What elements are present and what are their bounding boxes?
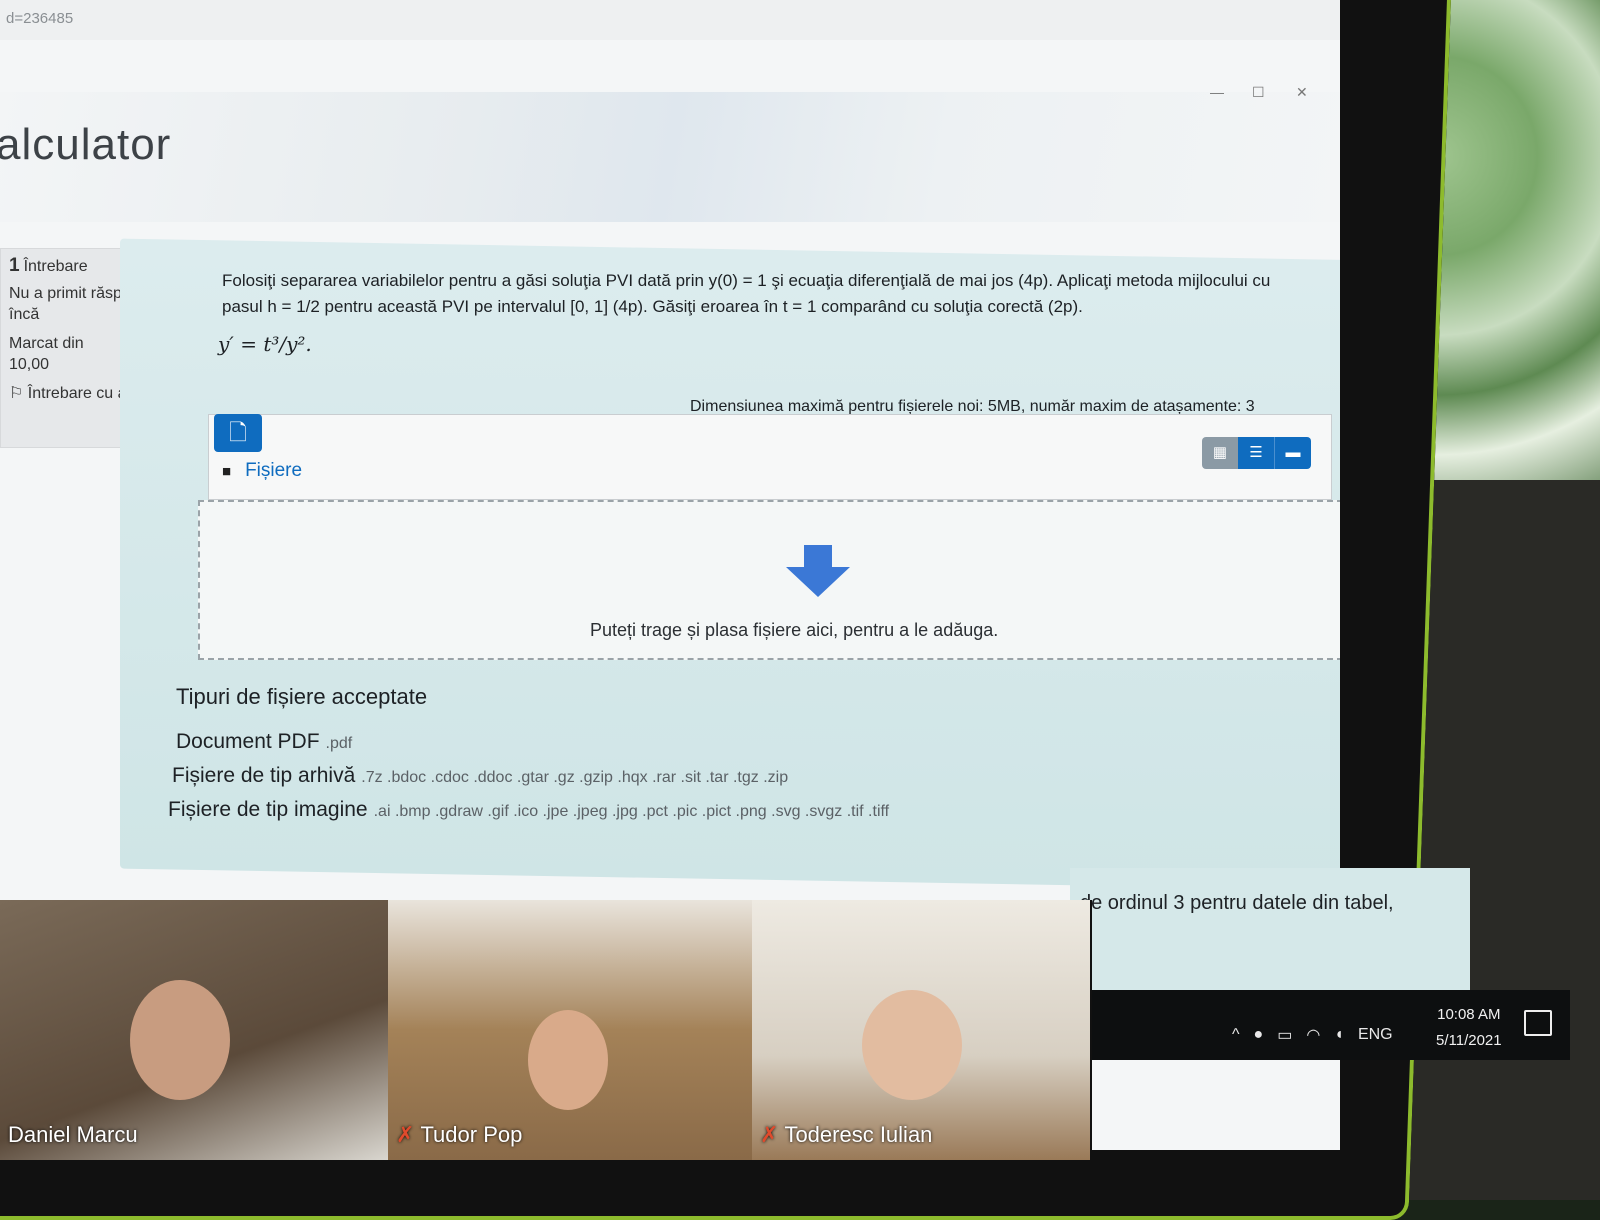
language-indicator[interactable]: ENG (1358, 1026, 1393, 1044)
microphone-icon[interactable]: ● (1254, 1026, 1264, 1044)
muted-mic-icon: ✗ (396, 1122, 415, 1147)
participant-face (528, 1010, 608, 1110)
question-label: Întrebare (23, 258, 88, 275)
participant-name-row: ✗ Tudor Pop (396, 1122, 522, 1148)
minimize-icon[interactable]: — (1210, 84, 1224, 100)
accepted-type-image: Fișiere de tip imagine .ai .bmp .gdraw .g… (168, 798, 889, 822)
participant-name: Toderesc Iulian (784, 1122, 933, 1147)
folder-label: Fișiere (245, 460, 303, 481)
accepted-type-pdf: Document PDF .pdf (176, 730, 352, 754)
drop-arrow-icon (786, 545, 850, 597)
participant-name: Tudor Pop (420, 1122, 523, 1147)
type-ext: .pdf (325, 735, 353, 752)
chevron-up-icon[interactable]: ^ (1232, 1026, 1240, 1044)
participant-name-row: ✗ Toderesc Iulian (760, 1122, 932, 1148)
type-label: Fișiere de tip arhivă (172, 764, 356, 787)
battery-icon[interactable]: ▭ (1277, 1025, 1292, 1045)
accepted-types-title: Tipuri de fișiere acceptate (176, 684, 428, 709)
clock-date: 5/11/2021 (1436, 1032, 1502, 1049)
video-tile: ✗ Tudor Pop (388, 900, 754, 1160)
address-bar[interactable]: d=236485 (0, 0, 1340, 40)
page-header: alculator (0, 92, 1340, 222)
type-ext: .ai .bmp .gdraw .gif .ico .jpe .jpeg .jp… (373, 803, 890, 820)
system-tray: ^ ● ▭ ◠ ◖ ENG (1232, 1025, 1393, 1045)
video-tile: ✗ Toderesc Iulian (752, 900, 1092, 1160)
clock-time: 10:08 AM (1437, 1006, 1501, 1023)
accepted-type-archive: Fișiere de tip arhivă .7z .bdoc .cdoc .dd… (172, 764, 788, 788)
wifi-icon[interactable]: ◠ (1306, 1025, 1320, 1045)
volume-icon[interactable]: ◖ (1334, 1026, 1344, 1044)
next-question-text: de ordinul 3 pentru datele din tabel, (1080, 892, 1394, 914)
participant-face (862, 990, 962, 1100)
participant-name: Daniel Marcu (8, 1122, 138, 1147)
filepicker-toolbar (208, 414, 1332, 500)
participant-face (130, 980, 230, 1100)
muted-mic-icon: ✗ (760, 1122, 779, 1147)
list-view-icon[interactable]: ☰ (1238, 437, 1274, 469)
view-mode-group: ▦ ☰ ▬ (1202, 437, 1311, 469)
taskbar-clock[interactable]: 10:08 AM 5/11/2021 (1436, 1002, 1502, 1054)
maximize-icon[interactable]: ☐ (1252, 84, 1265, 101)
notification-icon[interactable] (1524, 1010, 1552, 1036)
type-ext: .7z .bdoc .cdoc .ddoc .gtar .gz .gzip .h… (361, 769, 789, 786)
question-equation: y′ = t³/y². (218, 332, 312, 356)
page-title: alculator (0, 120, 172, 169)
type-label: Document PDF (176, 730, 320, 753)
folder-path[interactable]: ■ Fișiere (222, 460, 302, 482)
file-icon: 🗋 (229, 420, 247, 445)
question-text: Folosiţi separarea variabilelor pentru a… (222, 271, 1271, 316)
drop-instruction: Puteți trage și plasa fișiere aici, pent… (590, 620, 999, 640)
url-text: d=236485 (6, 10, 74, 27)
folder-icon: ■ (222, 463, 232, 480)
video-tile: Daniel Marcu (0, 900, 390, 1160)
grid-view-icon[interactable]: ▦ (1202, 437, 1238, 469)
tree-view-icon[interactable]: ▬ (1274, 437, 1311, 469)
add-file-button[interactable]: 🗋 (214, 414, 262, 452)
type-label: Fișiere de tip imagine (168, 798, 368, 821)
question-number: 1 (9, 255, 20, 276)
close-icon[interactable]: ✕ (1296, 84, 1308, 101)
flag-icon: ⚐ (9, 385, 28, 402)
